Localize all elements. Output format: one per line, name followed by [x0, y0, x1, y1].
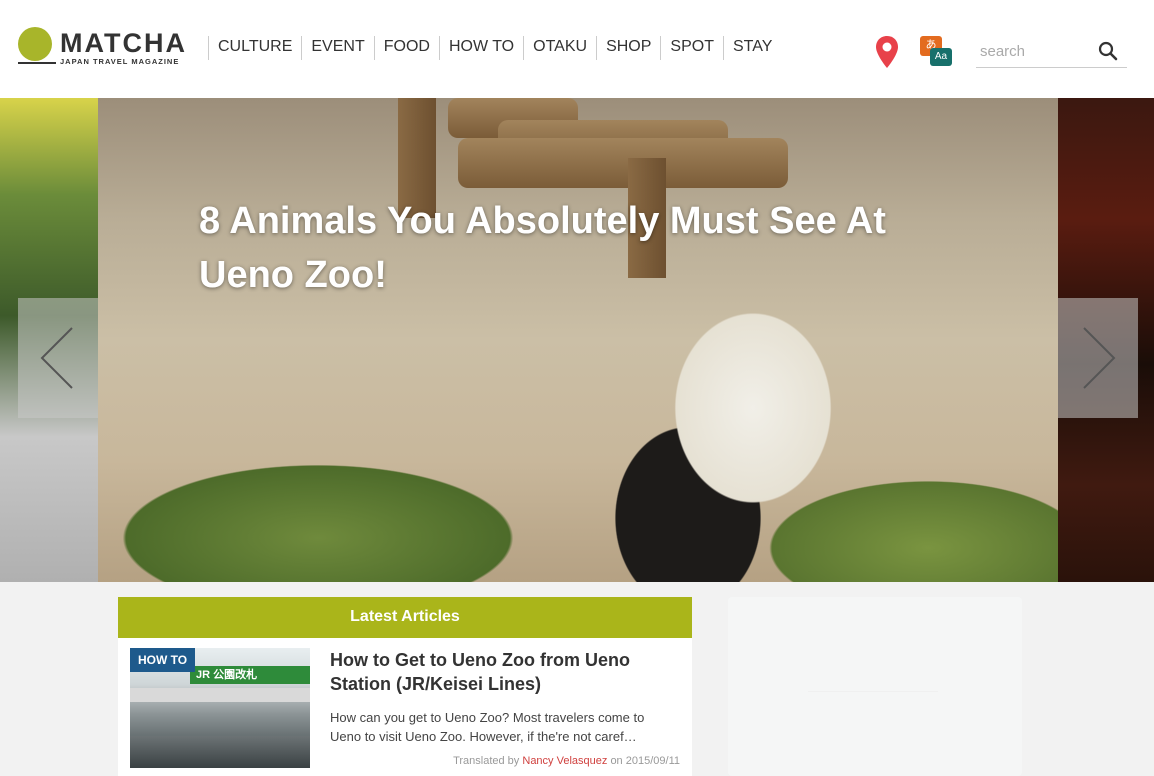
- article-meta: Translated by Nancy Velasquez on 2015/09…: [330, 755, 680, 767]
- article-thumbnail[interactable]: JR 公園改札 HOW TO: [130, 648, 310, 768]
- station-floor: [130, 736, 310, 768]
- nav-culture[interactable]: CULTURE: [208, 36, 301, 60]
- matcha-logo[interactable]: MATCHA JAPAN TRAVEL MAGAZINE: [18, 27, 193, 71]
- search-input[interactable]: [980, 38, 1090, 64]
- logo-circle-icon: [18, 27, 52, 61]
- nav-food[interactable]: FOOD: [373, 36, 439, 60]
- sidebar-panel: [728, 597, 1022, 776]
- search-icon[interactable]: [1098, 41, 1118, 61]
- translator-link[interactable]: Nancy Velasquez: [522, 755, 607, 767]
- sidebar-placeholder-line: [808, 691, 938, 692]
- logo-underline: [18, 62, 56, 64]
- logo-tagline: JAPAN TRAVEL MAGAZINE: [60, 57, 180, 66]
- translated-by-label: Translated by: [453, 755, 520, 767]
- search-box: [976, 36, 1127, 68]
- carousel-slide-title[interactable]: 8 Animals You Absolutely Must See At Uen…: [199, 194, 969, 302]
- carousel-prev-button[interactable]: [18, 298, 98, 418]
- category-badge[interactable]: HOW TO: [130, 648, 196, 672]
- article-date: 2015/09/11: [625, 755, 680, 767]
- language-switch-icon[interactable]: あ Aa: [920, 36, 954, 68]
- carousel-main-slide-image[interactable]: [98, 98, 1058, 582]
- site-header: MATCHA JAPAN TRAVEL MAGAZINE CULTURE EVE…: [0, 0, 1154, 98]
- article-card[interactable]: JR 公園改札 HOW TO How to Get to Ueno Zoo fr…: [118, 638, 692, 776]
- carousel-next-button[interactable]: [1058, 298, 1138, 418]
- article-excerpt: How can you get to Ueno Zoo? Most travel…: [330, 710, 645, 744]
- logo-text: MATCHA: [60, 28, 187, 58]
- date-prefix: on: [610, 755, 623, 767]
- article-title[interactable]: How to Get to Ueno Zoo from Ueno Station…: [330, 648, 670, 696]
- chevron-right-icon: [1083, 327, 1116, 389]
- station-ceiling: [130, 688, 310, 702]
- map-pin-icon[interactable]: [875, 35, 899, 69]
- chevron-left-icon: [40, 327, 73, 389]
- latest-articles-header: Latest Articles: [118, 597, 692, 638]
- log-decoration: [458, 138, 788, 188]
- nav-spot[interactable]: SPOT: [660, 36, 723, 60]
- nav-event[interactable]: EVENT: [301, 36, 373, 60]
- nav-shop[interactable]: SHOP: [596, 36, 660, 60]
- main-nav: CULTURE EVENT FOOD HOW TO OTAKU SHOP SPO…: [208, 36, 781, 60]
- hero-carousel: 8 Animals You Absolutely Must See At Uen…: [0, 98, 1154, 582]
- latest-articles-section: Latest Articles JR 公園改札 HOW TO How to Ge…: [118, 597, 692, 776]
- station-sign: JR 公園改札: [190, 666, 310, 684]
- nav-otaku[interactable]: OTAKU: [523, 36, 596, 60]
- language-en-glyph: Aa: [930, 48, 952, 66]
- nav-stay[interactable]: STAY: [722, 36, 781, 60]
- nav-how-to[interactable]: HOW TO: [438, 36, 523, 60]
